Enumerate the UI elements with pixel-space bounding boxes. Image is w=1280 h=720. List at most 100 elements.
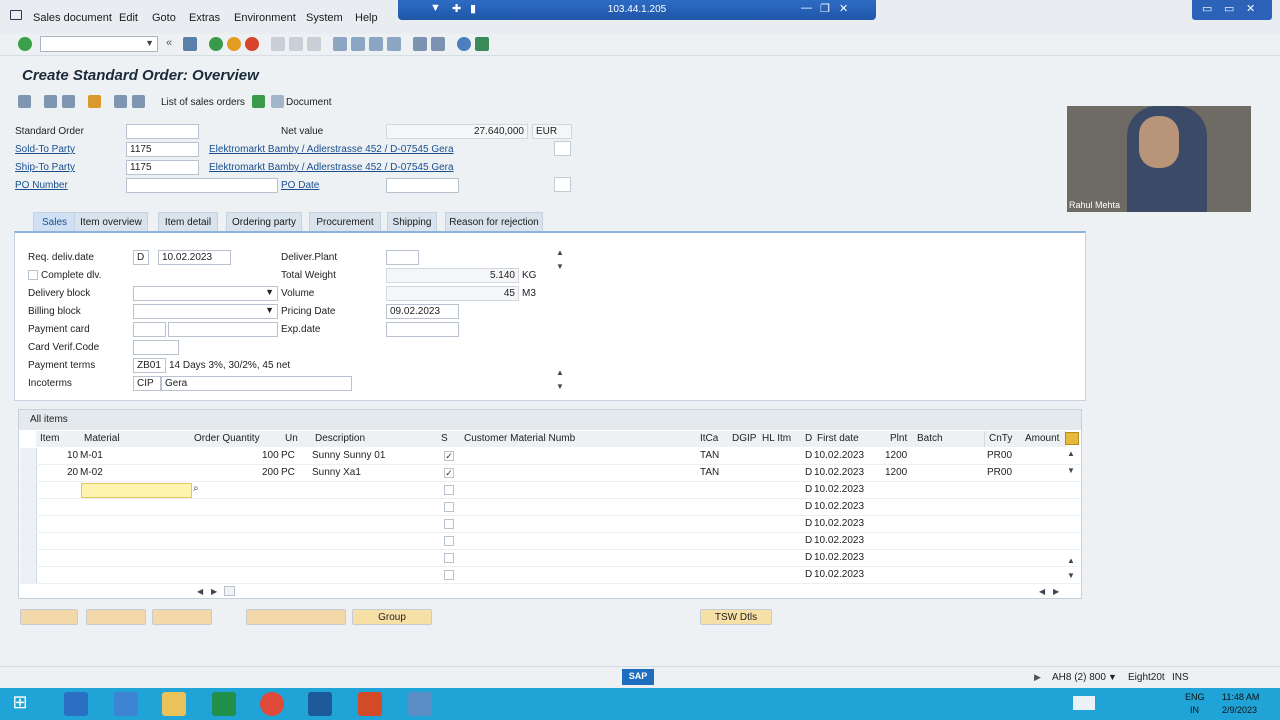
plant-cell[interactable]: 1200 <box>885 467 907 478</box>
calendar-icon[interactable] <box>554 177 571 192</box>
play-icon[interactable]: ▶ <box>1034 672 1041 683</box>
keyboard-icon[interactable] <box>1073 696 1095 710</box>
horizontal-scrollbar-thumb[interactable] <box>224 586 235 596</box>
excel-icon[interactable] <box>212 692 236 716</box>
unit-cell[interactable]: PC <box>281 450 295 461</box>
scroll-left-icon[interactable]: ◀ <box>1039 587 1045 596</box>
date-type-cell[interactable]: D <box>805 552 812 563</box>
item-actions-group-3[interactable] <box>152 609 212 625</box>
table-row[interactable]: D 10.02.2023 <box>19 567 1081 584</box>
sap-logon-icon[interactable] <box>308 692 332 716</box>
next-page-icon[interactable] <box>369 37 383 51</box>
scroll-down-icon[interactable]: ▼ <box>1067 571 1075 580</box>
col-batch[interactable]: Batch <box>913 431 985 447</box>
col-first-date[interactable]: First date <box>813 431 890 447</box>
first-page-icon[interactable] <box>333 37 347 51</box>
col-description[interactable]: Description <box>311 431 441 447</box>
date-type-cell[interactable]: D <box>805 484 812 495</box>
task-view-icon[interactable] <box>64 692 88 716</box>
col-customer-material[interactable]: Customer Material Numb <box>460 431 699 447</box>
menu-help[interactable]: Help <box>355 12 378 24</box>
home-icon[interactable] <box>88 95 101 108</box>
new-session-icon[interactable] <box>413 37 427 51</box>
item-actions-group-2[interactable] <box>86 609 146 625</box>
back-icon[interactable] <box>209 37 223 51</box>
double-chevron-left-icon[interactable]: « <box>166 37 180 51</box>
tab-item-overview[interactable]: Item overview <box>74 212 148 232</box>
scroll-up-icon[interactable]: ▲ <box>1067 556 1075 565</box>
po-number-label[interactable]: PO Number <box>15 180 68 191</box>
first-date-cell[interactable]: 10.02.2023 <box>814 569 864 580</box>
tab-procurement[interactable]: Procurement <box>309 212 381 232</box>
language[interactable]: ENG <box>1185 692 1205 702</box>
col-item-category[interactable]: ItCa <box>696 431 731 447</box>
tab-shipping[interactable]: Shipping <box>387 212 437 232</box>
table-row[interactable]: D 10.02.2023 <box>19 533 1081 550</box>
date-type-cell[interactable]: D <box>805 467 812 478</box>
table-row[interactable]: ⌕ D 10.02.2023 <box>19 482 1081 499</box>
po-number-field[interactable] <box>126 178 278 193</box>
item-actions-group-1[interactable] <box>20 609 78 625</box>
status-checkbox[interactable]: ✓ <box>444 468 454 478</box>
restore-icon[interactable]: ❐ <box>820 2 830 15</box>
row-selector[interactable] <box>20 465 37 481</box>
tab-ordering-party[interactable]: Ordering party <box>226 212 302 232</box>
tsw-details-button[interactable]: TSW Dtls <box>700 609 772 625</box>
table-row[interactable]: 20 M-02 200 PC Sunny Xa1 ✓ TAN D 10.02.2… <box>19 465 1081 482</box>
region[interactable]: IN <box>1190 705 1199 715</box>
date-type-cell[interactable]: D <box>805 535 812 546</box>
enter-icon[interactable] <box>18 37 32 51</box>
layout-menu-icon[interactable] <box>475 37 489 51</box>
row-selector[interactable] <box>20 550 37 566</box>
lock-icon[interactable] <box>62 95 75 108</box>
app-icon[interactable] <box>114 692 138 716</box>
shortcut-icon[interactable] <box>431 37 445 51</box>
chevron-down-icon[interactable]: ▼ <box>1108 672 1117 682</box>
scroll-down-icon[interactable]: ▼ <box>556 262 564 271</box>
sold-to-party-field[interactable]: 1175 <box>126 142 199 157</box>
tab-item-detail[interactable]: Item detail <box>158 212 218 232</box>
condition-type-cell[interactable]: PR00 <box>987 467 1012 478</box>
payment-card-number-field[interactable] <box>168 322 278 337</box>
incoterms-place-field[interactable]: Gera <box>161 376 352 391</box>
col-order-quantity[interactable]: Order Quantity <box>190 431 284 447</box>
tab-reason-for-rejection[interactable]: Reason for rejection <box>445 212 543 232</box>
date-type-cell[interactable]: D <box>805 569 812 580</box>
first-date-cell[interactable]: 10.02.2023 <box>814 518 864 529</box>
date-type-cell[interactable]: D <box>805 501 812 512</box>
maximize-icon[interactable]: ▭ <box>1224 2 1234 15</box>
sold-to-party-label[interactable]: Sold-To Party <box>15 144 75 155</box>
col-material[interactable]: Material <box>80 431 193 447</box>
save-icon[interactable] <box>183 37 197 51</box>
ship-to-party-description[interactable]: Elektromarkt Bamby / Adlerstrasse 452 / … <box>209 162 454 173</box>
header-icon[interactable] <box>44 95 57 108</box>
description-cell[interactable]: Sunny Sunny 01 <box>312 450 385 461</box>
last-page-icon[interactable] <box>387 37 401 51</box>
status-checkbox[interactable]: ✓ <box>444 451 454 461</box>
chrome-icon[interactable] <box>260 692 284 716</box>
date-type-cell[interactable]: D <box>805 518 812 529</box>
menu-environment[interactable]: Environment <box>234 12 296 24</box>
row-selector[interactable] <box>20 533 37 549</box>
item-category-cell[interactable]: TAN <box>700 450 719 461</box>
billing-block-select[interactable]: ▼ <box>133 304 278 319</box>
minimize-icon[interactable]: — <box>801 2 812 14</box>
card-verif-code-field[interactable] <box>133 340 179 355</box>
minimize-icon[interactable]: ▭ <box>1202 2 1212 15</box>
complete-dlv-checkbox[interactable] <box>28 270 38 280</box>
sap-gui-icon[interactable] <box>408 692 432 716</box>
material-cell[interactable]: M-02 <box>80 467 103 478</box>
first-date-cell[interactable]: 10.02.2023 <box>814 467 864 478</box>
row-selector[interactable] <box>20 567 37 583</box>
list-of-sales-orders-button[interactable]: List of sales orders <box>161 97 245 108</box>
help-icon[interactable] <box>457 37 471 51</box>
first-date-cell[interactable]: 10.02.2023 <box>814 450 864 461</box>
payment-terms-field[interactable]: ZB01 <box>133 358 166 373</box>
table-row[interactable]: D 10.02.2023 <box>19 516 1081 533</box>
scroll-right-icon[interactable]: ▶ <box>211 587 217 596</box>
pricing-date-field[interactable]: 09.02.2023 <box>386 304 459 319</box>
req-deliv-date-field[interactable]: 10.02.2023 <box>158 250 231 265</box>
status-checkbox[interactable] <box>444 502 454 512</box>
incoterms-code-field[interactable]: CIP <box>133 376 161 391</box>
first-date-cell[interactable]: 10.02.2023 <box>814 535 864 546</box>
